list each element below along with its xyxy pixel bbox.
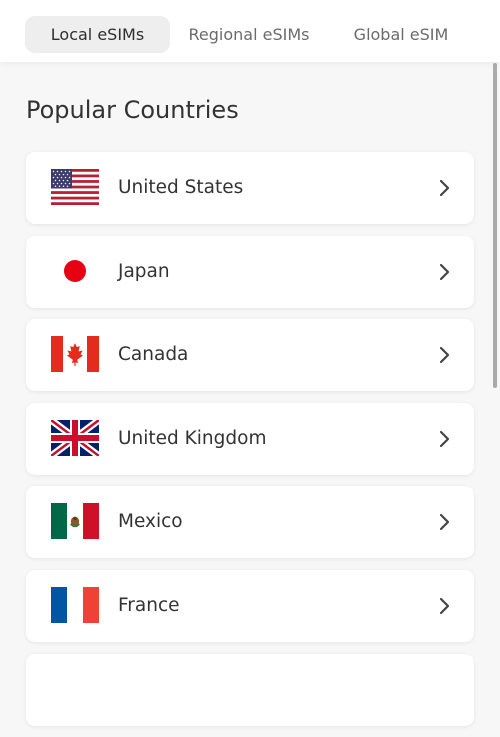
mexico-flag-icon	[51, 503, 99, 540]
country-row-france[interactable]: France	[26, 569, 474, 642]
country-name: Japan	[118, 260, 170, 282]
chevron-right-icon	[439, 597, 450, 615]
country-name: United States	[118, 177, 244, 198]
chevron-right-icon	[439, 430, 450, 448]
tab-local-esims[interactable]: Local eSIMs	[25, 16, 170, 53]
japan-flag-icon	[51, 252, 99, 289]
chevron-right-icon	[439, 513, 450, 531]
chevron-right-icon	[439, 346, 450, 364]
chevron-right-icon	[439, 263, 450, 281]
us-flag-icon	[51, 169, 99, 205]
country-row-mexico[interactable]: Mexico	[26, 486, 474, 559]
france-flag-icon	[51, 586, 99, 623]
scrollbar[interactable]	[493, 63, 497, 388]
country-list: United States Japan Canada United Kingdo…	[26, 152, 474, 737]
chevron-right-icon	[439, 179, 450, 197]
country-row-japan[interactable]: Japan	[26, 235, 474, 308]
popular-countries-heading: Popular Countries	[26, 96, 239, 124]
tab-regional-esims[interactable]: Regional eSIMs	[178, 16, 320, 53]
esim-type-tabs: Local eSIMs Regional eSIMs Global eSIM	[0, 0, 500, 62]
country-name: United Kingdom	[118, 427, 267, 449]
country-row-partial[interactable]	[26, 653, 474, 726]
tab-global-esim[interactable]: Global eSIM	[336, 16, 466, 53]
country-name: Mexico	[118, 511, 183, 533]
canada-flag-icon	[51, 336, 99, 373]
country-name: France	[118, 594, 180, 616]
country-row-united-kingdom[interactable]: United Kingdom	[26, 402, 474, 475]
country-row-canada[interactable]: Canada	[26, 319, 474, 392]
uk-flag-icon	[51, 419, 99, 456]
country-row-united-states[interactable]: United States	[26, 152, 474, 224]
country-name: Canada	[118, 344, 189, 366]
